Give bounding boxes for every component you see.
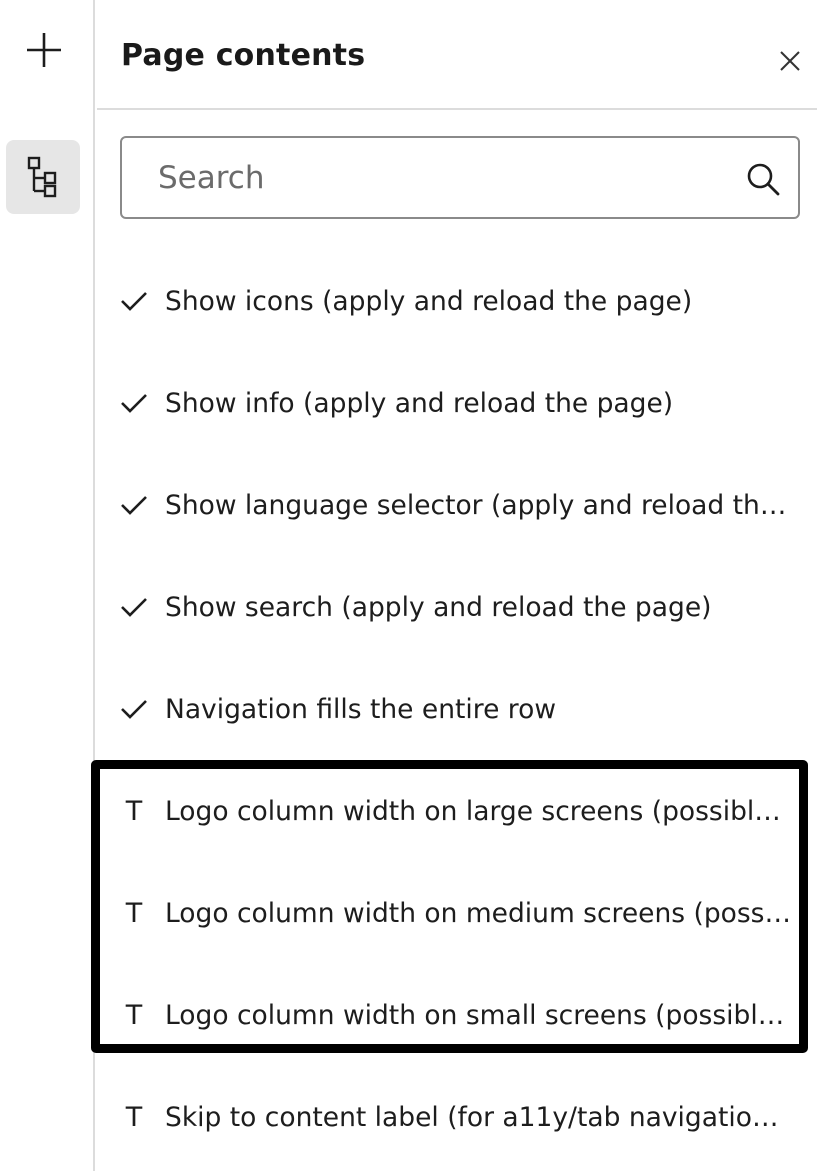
page-contents-tree-button[interactable] [6, 140, 80, 214]
search-input[interactable] [156, 158, 720, 197]
list-item[interactable]: T Logo column width on medium screens (p… [97, 862, 817, 964]
list-item-label: Logo column width on large screens (poss… [165, 795, 793, 827]
list-item[interactable]: Show search (apply and reload the page) [97, 556, 817, 658]
list-item-label: Navigation fills the entire row [165, 693, 557, 725]
check-icon [119, 490, 149, 520]
text-field-icon: T [125, 999, 143, 1031]
list-item[interactable]: T Logo column width on large screens (po… [97, 760, 817, 862]
panel-title: Page contents [121, 38, 366, 73]
text-field-icon: T [125, 897, 143, 929]
list-item[interactable]: Show icons (apply and reload the page) [97, 250, 817, 352]
close-button[interactable] [773, 44, 807, 78]
search-icon[interactable] [744, 160, 782, 198]
contents-list: Show icons (apply and reload the page) S… [97, 250, 817, 1168]
list-item[interactable]: Show language selector (apply and reload… [97, 454, 817, 556]
list-item-label: Logo column width on small screens (poss… [165, 999, 793, 1031]
panel-header: Page contents [97, 0, 817, 110]
plus-icon [27, 33, 61, 67]
text-field-icon: T [125, 1101, 143, 1133]
tree-structure-icon [27, 156, 57, 198]
text-field-icon: T [125, 795, 143, 827]
check-icon [119, 592, 149, 622]
check-icon [119, 286, 149, 316]
close-icon [780, 51, 800, 71]
list-item[interactable]: Navigation fills the entire row [97, 658, 817, 760]
check-icon [119, 694, 149, 724]
list-item-label: Show search (apply and reload the page) [165, 591, 712, 623]
add-button[interactable] [8, 12, 80, 88]
page-contents-panel: Page contents Show icons (apply and relo… [91, 0, 817, 1171]
list-item-label: Skip to content label (for a11y/tab navi… [165, 1101, 793, 1133]
list-item-label: Show info (apply and reload the page) [165, 387, 674, 419]
list-item-label: Logo column width on medium screens (pos… [165, 897, 793, 929]
search-box [120, 136, 800, 219]
list-item-label: Show language selector (apply and reload… [165, 489, 793, 521]
left-rail [0, 0, 95, 1171]
check-icon [119, 388, 149, 418]
list-item-label: Show icons (apply and reload the page) [165, 285, 693, 317]
list-item[interactable]: T Logo column width on small screens (po… [97, 964, 817, 1066]
list-item[interactable]: Show info (apply and reload the page) [97, 352, 817, 454]
list-item[interactable]: T Skip to content label (for a11y/tab na… [97, 1066, 817, 1168]
